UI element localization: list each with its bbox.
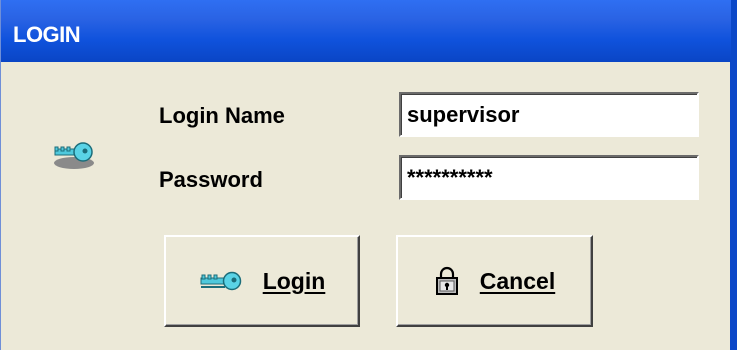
key-icon xyxy=(200,271,241,291)
login-button[interactable]: Login xyxy=(164,235,360,327)
login-name-label: Login Name xyxy=(159,103,285,128)
cancel-button[interactable]: Cancel xyxy=(396,235,593,327)
password-input[interactable] xyxy=(399,155,699,200)
login-name-input[interactable] xyxy=(399,92,699,137)
key-icon xyxy=(54,142,94,169)
window-title: LOGIN xyxy=(13,22,81,47)
login-button-label: Login xyxy=(262,267,326,294)
login-dialog: LOGIN Login Name Password Login xyxy=(0,0,737,350)
padlock-icon xyxy=(435,266,458,295)
password-label: Password xyxy=(159,167,263,192)
cancel-button-label: Cancel xyxy=(479,267,556,294)
title-bar[interactable]: LOGIN xyxy=(1,0,731,62)
